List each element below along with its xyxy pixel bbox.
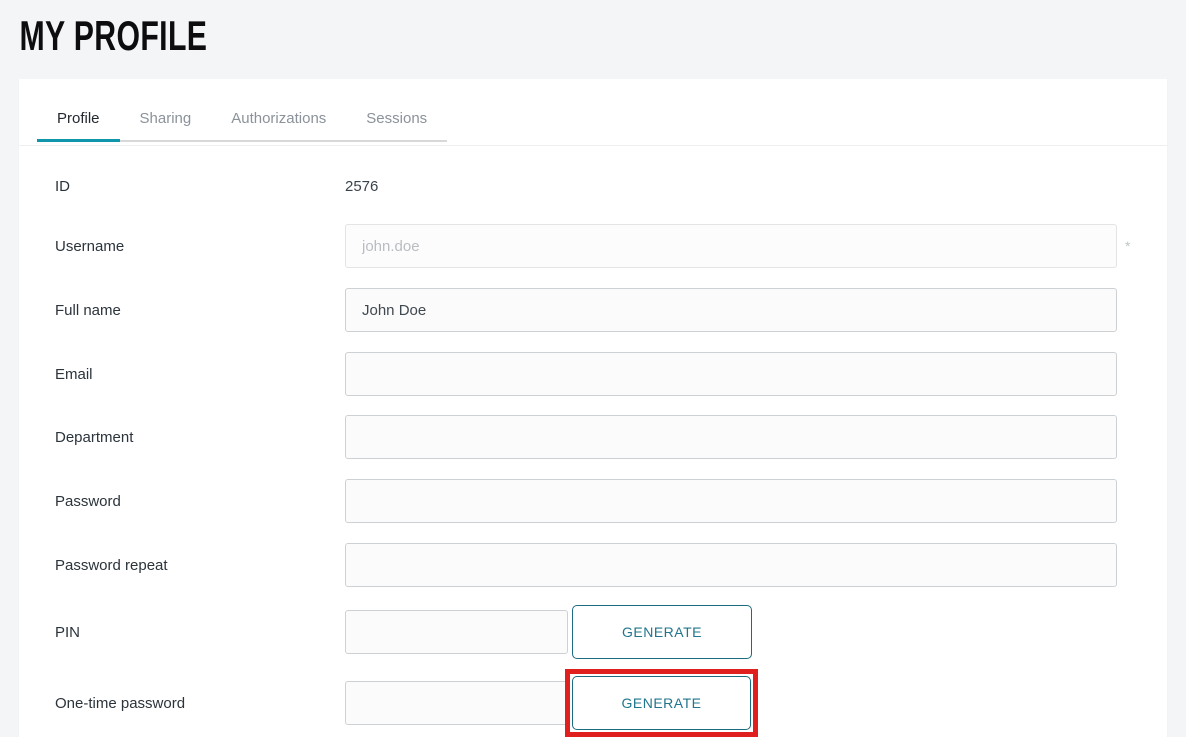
required-asterisk: * <box>1125 238 1130 254</box>
username-label: Username <box>55 238 345 255</box>
form-row-email: Email <box>55 352 1117 396</box>
tab-profile[interactable]: Profile <box>37 98 120 142</box>
id-value: 2576 <box>345 178 378 195</box>
pin-label: PIN <box>55 624 345 641</box>
email-input[interactable] <box>345 352 1117 396</box>
form-row-fullname: Full name <box>55 288 1117 332</box>
form-row-department: Department <box>55 415 1117 459</box>
form-row-pin: PIN GENERATE <box>55 605 1117 659</box>
password-repeat-label: Password repeat <box>55 557 345 574</box>
pin-input[interactable] <box>345 610 568 654</box>
profile-card: Profile Sharing Authorizations Sessions … <box>19 79 1167 737</box>
page-title: MY PROFILE <box>0 0 854 58</box>
password-label: Password <box>55 493 345 510</box>
email-label: Email <box>55 366 345 383</box>
username-input[interactable] <box>345 224 1117 268</box>
tab-list: Profile Sharing Authorizations Sessions <box>37 98 447 142</box>
tab-authorizations[interactable]: Authorizations <box>211 98 346 140</box>
department-label: Department <box>55 429 345 446</box>
otp-generate-button[interactable]: GENERATE <box>572 676 751 730</box>
profile-form: ID 2576 Username * Full name Email <box>19 146 1167 737</box>
form-row-otp: One-time password GENERATE <box>55 668 1117 737</box>
red-highlight-box: GENERATE <box>565 669 758 737</box>
password-input[interactable] <box>345 479 1117 523</box>
fullname-input[interactable] <box>345 288 1117 332</box>
pin-generate-button[interactable]: GENERATE <box>572 605 752 659</box>
id-label: ID <box>55 178 345 195</box>
department-input[interactable] <box>345 415 1117 459</box>
fullname-label: Full name <box>55 302 345 319</box>
otp-input[interactable] <box>345 681 568 725</box>
tab-sessions[interactable]: Sessions <box>346 98 447 140</box>
form-row-password: Password <box>55 479 1117 523</box>
tab-bar: Profile Sharing Authorizations Sessions <box>19 79 1167 146</box>
form-row-password-repeat: Password repeat <box>55 543 1117 587</box>
tab-sharing[interactable]: Sharing <box>120 98 212 140</box>
otp-label: One-time password <box>55 695 345 712</box>
form-row-id: ID 2576 <box>55 164 1117 208</box>
form-row-username: Username * <box>55 224 1117 268</box>
password-repeat-input[interactable] <box>345 543 1117 587</box>
